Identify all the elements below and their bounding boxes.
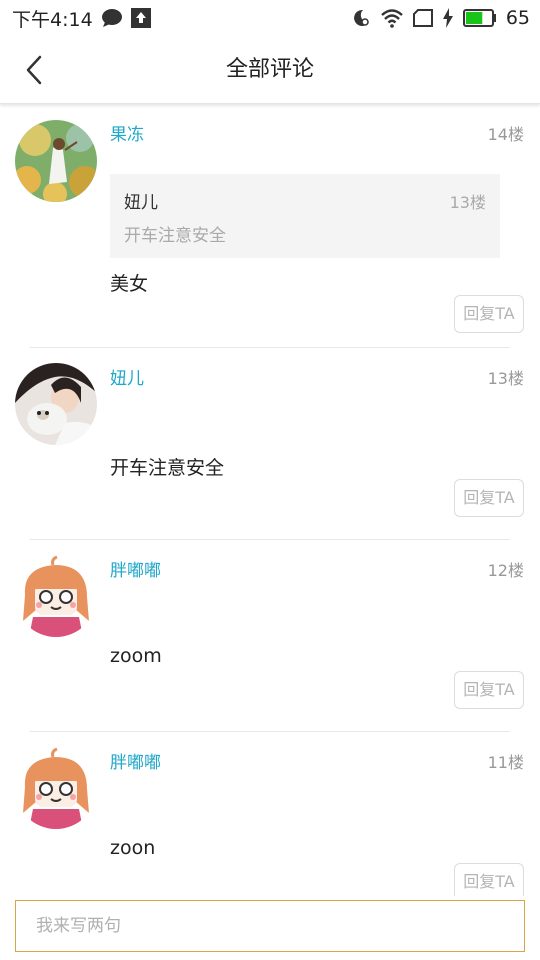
comment-input-bar xyxy=(0,896,540,960)
comment-username[interactable]: 妞儿 xyxy=(110,364,144,389)
user-avatar[interactable] xyxy=(15,747,97,829)
cartoon-girl-avatar-icon xyxy=(15,555,97,637)
quoted-comment: 妞儿 13楼 开车注意安全 xyxy=(110,174,500,258)
reply-button[interactable]: 回复TA xyxy=(454,295,524,333)
upload-icon xyxy=(130,8,151,28)
reply-button[interactable]: 回复TA xyxy=(454,479,524,517)
screen: 下午4:14 65 全部评论 果冻 14楼 妞儿 13楼 开车注意安全 美女 回… xyxy=(0,0,540,960)
header: 全部评论 xyxy=(0,36,540,104)
charging-icon xyxy=(442,8,454,28)
comment-input[interactable] xyxy=(15,900,525,952)
status-time: 下午4:14 xyxy=(12,8,93,31)
quoted-text: 开车注意安全 xyxy=(124,226,226,246)
comment-username[interactable]: 胖嘟嘟 xyxy=(110,556,161,581)
wifi-icon xyxy=(380,8,404,28)
girl-with-puppy-avatar-icon xyxy=(15,363,97,445)
comment-text: 开车注意安全 xyxy=(110,457,225,479)
quoted-username[interactable]: 妞儿 xyxy=(124,188,158,213)
painting-avatar-icon xyxy=(15,120,97,202)
battery-level: 65 xyxy=(505,7,530,29)
comment-list[interactable]: 果冻 14楼 妞儿 13楼 开车注意安全 美女 回复TA 妞儿 13楼 开车注意… xyxy=(0,104,540,896)
comment-item: 胖嘟嘟 11楼 zoon 回复TA xyxy=(0,732,540,896)
user-avatar[interactable] xyxy=(15,120,97,202)
comment-username[interactable]: 果冻 xyxy=(110,120,144,145)
sim-icon xyxy=(412,9,433,27)
status-bar: 下午4:14 65 xyxy=(0,0,540,36)
user-avatar[interactable] xyxy=(15,555,97,637)
comment-item: 妞儿 13楼 开车注意安全 回复TA xyxy=(0,348,540,540)
chat-bubble-icon xyxy=(101,8,123,28)
back-button[interactable] xyxy=(14,50,54,90)
floor-number: 12楼 xyxy=(487,561,524,580)
comment-username[interactable]: 胖嘟嘟 xyxy=(110,748,161,773)
quoted-floor-number: 13楼 xyxy=(449,193,486,212)
floor-number: 13楼 xyxy=(487,369,524,388)
user-avatar[interactable] xyxy=(15,363,97,445)
reply-button[interactable]: 回复TA xyxy=(454,671,524,709)
comment-text: zoom xyxy=(110,645,162,667)
battery-icon xyxy=(462,9,497,27)
night-mode-icon xyxy=(351,8,371,28)
floor-number: 14楼 xyxy=(487,125,524,144)
comment-item: 果冻 14楼 妞儿 13楼 开车注意安全 美女 回复TA xyxy=(0,104,540,348)
page-title: 全部评论 xyxy=(225,57,314,82)
comment-text: zoon xyxy=(110,837,156,859)
comment-item: 胖嘟嘟 12楼 zoom 回复TA xyxy=(0,540,540,732)
chevron-left-icon xyxy=(25,55,43,85)
comment-text: 美女 xyxy=(110,273,149,295)
floor-number: 11楼 xyxy=(487,753,524,772)
cartoon-girl-avatar-icon xyxy=(15,747,97,829)
reply-button[interactable]: 回复TA xyxy=(454,863,524,896)
